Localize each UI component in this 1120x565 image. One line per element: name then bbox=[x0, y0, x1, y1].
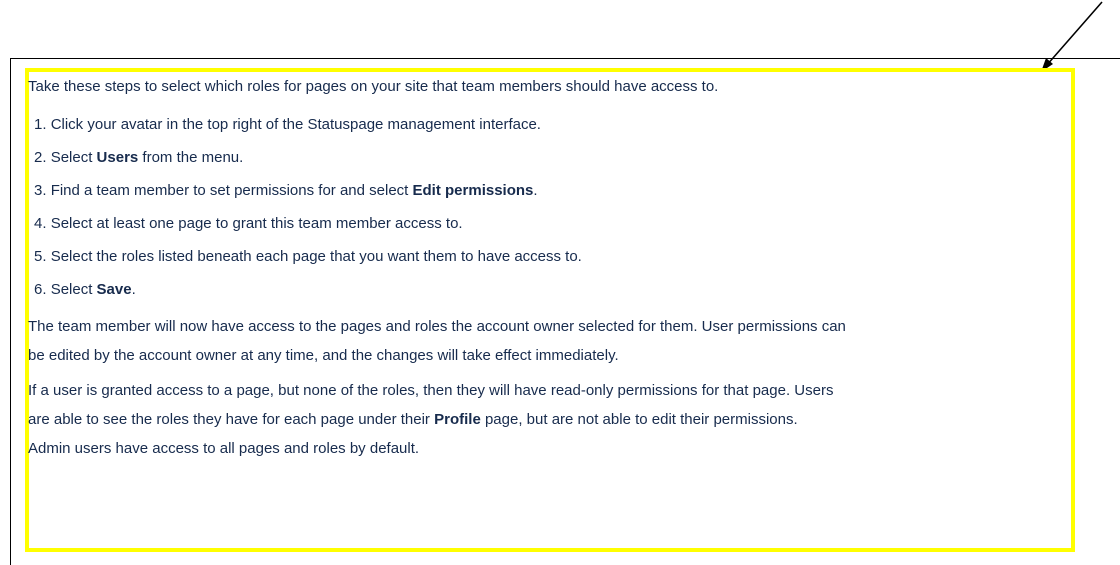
list-item: 4. Select at least one page to grant thi… bbox=[34, 207, 1068, 240]
screenshot-canvas: Take these steps to select which roles f… bbox=[0, 0, 1120, 565]
step-number: 1. bbox=[34, 116, 47, 133]
paragraph-line: If a user is granted access to a page, b… bbox=[28, 382, 834, 399]
paragraph-line: Admin users have access to all pages and… bbox=[28, 440, 420, 457]
intro-text: Take these steps to select which roles f… bbox=[28, 78, 719, 95]
paragraph-line: are able to see the roles they have for … bbox=[28, 411, 435, 428]
profile-bold-text: Profile bbox=[434, 411, 481, 428]
frame-left-border bbox=[10, 58, 11, 565]
document-content: Take these steps to select which roles f… bbox=[28, 72, 1068, 463]
step-text: Select bbox=[50, 281, 97, 298]
frame-top-border bbox=[10, 58, 1120, 59]
step-number: 3. bbox=[34, 182, 47, 199]
list-item: 2. Select Users from the menu. bbox=[34, 141, 1068, 174]
step-text: Select at least one page to grant this t… bbox=[50, 215, 463, 232]
list-item: 5. Select the roles listed beneath each … bbox=[34, 240, 1068, 273]
step-bold-text: Edit permissions bbox=[412, 182, 534, 199]
steps-list: 1. Click your avatar in the top right of… bbox=[28, 108, 1068, 306]
paragraph-permissions: The team member will now have access to … bbox=[28, 312, 1068, 370]
step-text: Select bbox=[50, 149, 97, 166]
list-item: 3. Find a team member to set permissions… bbox=[34, 174, 1068, 207]
paragraph-line: be edited by the account owner at any ti… bbox=[28, 347, 619, 364]
step-number: 6. bbox=[34, 281, 47, 298]
paragraph-read-only: If a user is granted access to a page, b… bbox=[28, 376, 1068, 463]
paragraph-line-after: page, but are not able to edit their per… bbox=[480, 411, 798, 428]
step-text: Select the roles listed beneath each pag… bbox=[50, 248, 582, 265]
step-number: 5. bbox=[34, 248, 47, 265]
step-text: Click your avatar in the top right of th… bbox=[50, 116, 541, 133]
step-number: 4. bbox=[34, 215, 47, 232]
step-text: Find a team member to set permissions fo… bbox=[50, 182, 413, 199]
step-text-after: from the menu. bbox=[138, 149, 244, 166]
step-bold-text: Users bbox=[96, 149, 139, 166]
paragraph-line: The team member will now have access to … bbox=[28, 318, 846, 335]
step-number: 2. bbox=[34, 149, 47, 166]
list-item: 6. Select Save. bbox=[34, 273, 1068, 306]
step-text-after: . bbox=[131, 281, 136, 298]
list-item: 1. Click your avatar in the top right of… bbox=[34, 108, 1068, 141]
step-bold-text: Save bbox=[96, 281, 132, 298]
step-text-after: . bbox=[533, 182, 538, 199]
